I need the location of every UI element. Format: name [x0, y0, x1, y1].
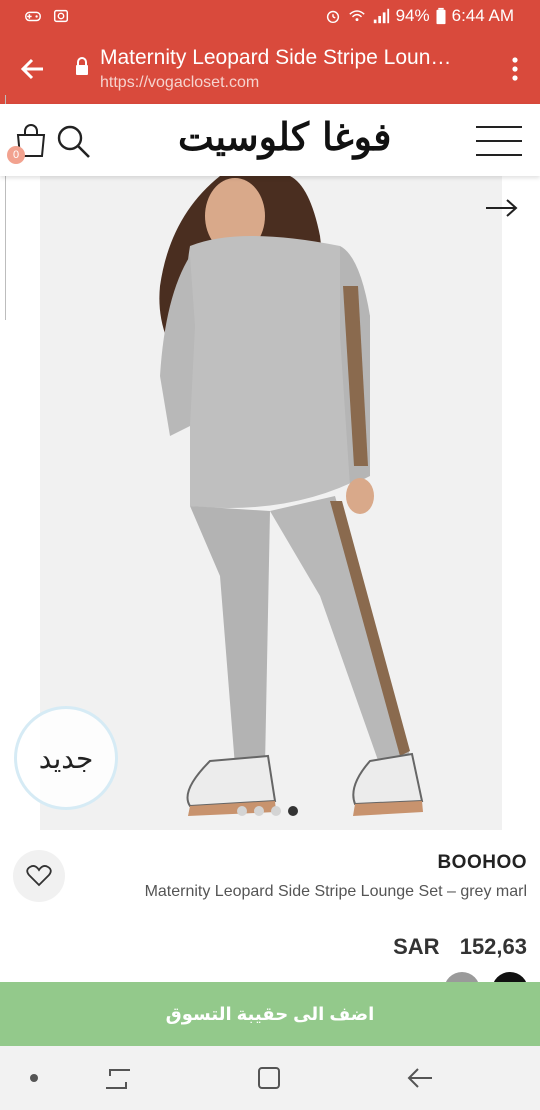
kebab-menu-icon[interactable] [510, 56, 520, 82]
product-name: Maternity Leopard Side Stripe Lounge Set… [144, 883, 527, 900]
home-icon[interactable] [256, 1065, 282, 1091]
lock-icon [76, 57, 88, 75]
wifi-icon [348, 10, 365, 22]
add-to-bag-button[interactable]: اضف الى حقيبة التسوق [0, 982, 540, 1046]
nav-dot-icon[interactable] [30, 1074, 38, 1082]
next-image-arrow-icon[interactable] [484, 196, 520, 220]
heart-icon [26, 865, 52, 887]
game-controller-icon [25, 11, 41, 22]
carousel-dots [237, 806, 298, 816]
battery-icon [436, 7, 446, 25]
new-badge: جديد [14, 706, 118, 810]
carousel-dot-active[interactable] [288, 806, 298, 816]
system-back-icon[interactable] [406, 1066, 434, 1090]
status-time: 6:44 AM [451, 6, 514, 25]
carousel-dot[interactable] [254, 806, 264, 816]
recent-apps-icon[interactable] [104, 1066, 132, 1092]
status-bar: 94% 6:44 AM [0, 0, 540, 34]
system-nav-bar [0, 1046, 540, 1110]
site-header: 0 فوغا كلوسيت [0, 104, 540, 176]
carousel-dot[interactable] [271, 806, 281, 816]
site-logo[interactable]: فوغا كلوسيت [178, 114, 391, 159]
signal-icon [373, 8, 389, 24]
bag-count-badge: 0 [7, 146, 25, 164]
back-arrow-icon[interactable] [18, 54, 48, 84]
product-price: SAR 152,63 [393, 934, 527, 960]
alarm-icon [326, 10, 339, 24]
wishlist-button[interactable] [13, 850, 65, 902]
price-value: 152,63 [459, 934, 527, 959]
search-icon[interactable] [56, 124, 92, 160]
page-url[interactable]: https://vogacloset.com [100, 74, 259, 92]
carousel-dot[interactable] [237, 806, 247, 816]
battery-percent: 94% [395, 6, 430, 25]
hamburger-menu-icon[interactable] [474, 124, 524, 158]
product-brand[interactable]: BOOHOO [437, 852, 527, 874]
image-icon [53, 9, 69, 23]
price-currency: SAR [393, 934, 440, 959]
page-title[interactable]: Maternity Leopard Side Stripe Loun… [100, 46, 480, 70]
browser-bar: Maternity Leopard Side Stripe Loun… http… [0, 34, 540, 104]
